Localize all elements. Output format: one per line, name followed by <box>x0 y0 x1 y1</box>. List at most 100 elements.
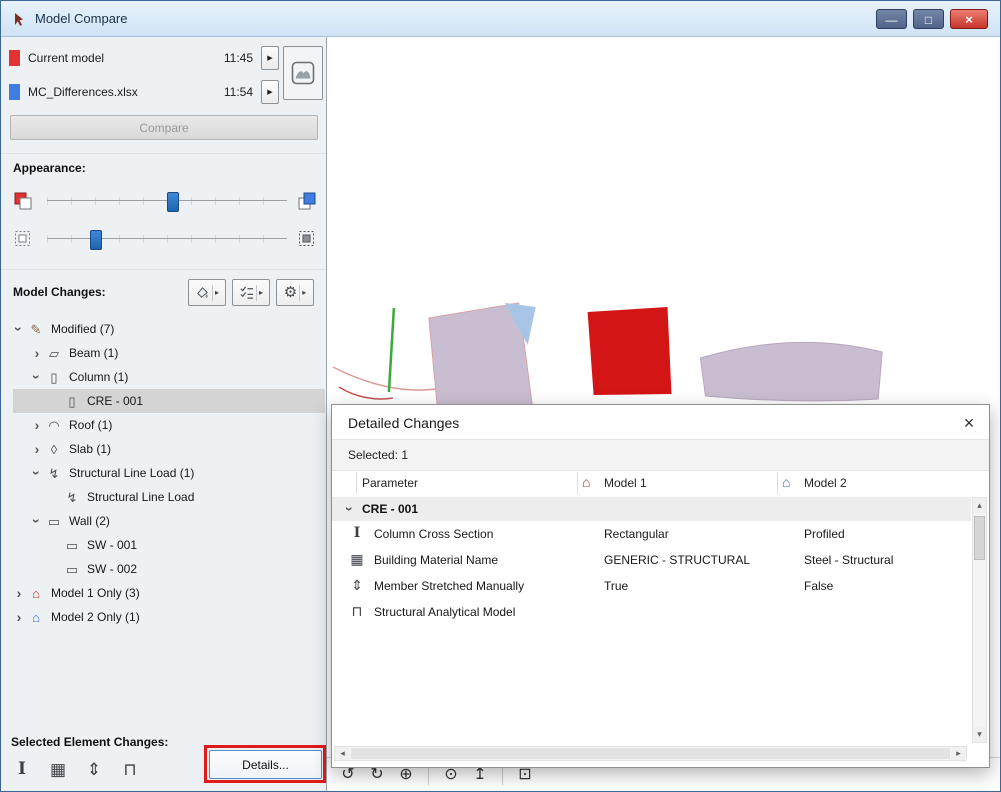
selected-element-changes-label: Selected Element Changes: <box>11 735 169 749</box>
scroll-left-icon[interactable]: ◂ <box>335 747 350 760</box>
tree-item-structural-line-load-1[interactable]: › ↯ Structural Line Load (1) <box>1 461 325 485</box>
scrollbar-thumb[interactable] <box>974 516 985 560</box>
tree-item-modified-7[interactable]: › ✎ Modified (7) <box>1 317 325 341</box>
tree-item-model-1-only-3[interactable]: › ⌂ Model 1 Only (3) <box>1 581 325 605</box>
context-fade-slider-thumb[interactable] <box>90 230 102 250</box>
highlight-style-options-button[interactable]: ▸ <box>188 279 226 306</box>
tree-item-label: Wall (2) <box>69 514 110 528</box>
column-cross-section-icon: I <box>353 525 361 541</box>
wall-icon: ▭ <box>65 537 79 553</box>
group-row-cre-001[interactable]: › CRE - 001 <box>332 497 971 521</box>
triangle-right-icon: ▶ <box>267 88 273 96</box>
chevron-expanded-icon[interactable]: › <box>29 513 45 529</box>
model-compare-palette: Current model 11:45 ▶ MC_Differences.xls… <box>1 37 327 791</box>
tree-item-model-2-only-1[interactable]: › ⌂ Model 2 Only (1) <box>1 605 325 629</box>
shape-lavender-wall <box>699 341 883 402</box>
tree-item-roof-1[interactable]: › ◠ Roof (1) <box>1 413 325 437</box>
highlight-intensity-slider-row <box>1 187 326 215</box>
column-header-model1: Model 1 <box>604 476 647 490</box>
tree-item-cre-001[interactable]: ▯ CRE - 001 <box>1 389 325 413</box>
scroll-up-icon[interactable]: ▴ <box>973 498 986 513</box>
vertical-scrollbar[interactable]: ▴ ▾ <box>972 497 987 743</box>
dialog-title: Detailed Changes <box>348 415 460 431</box>
tree-item-label: Structural Line Load <box>87 490 195 504</box>
detail-row-column-cross-section[interactable]: I Column Cross Section Rectangular Profiled <box>332 521 971 547</box>
zoom-in-icon: ⊕ <box>399 765 413 783</box>
minimize-button[interactable]: — <box>876 8 907 29</box>
detail-row-member-stretched-manually[interactable]: ⇕ Member Stretched Manually True False <box>332 573 971 599</box>
context-fade-slider-row <box>1 225 326 253</box>
compare-button[interactable]: Compare <box>10 115 318 140</box>
tree-item-label: CRE - 001 <box>87 394 144 408</box>
column-header-parameter: Parameter <box>362 476 419 490</box>
details-button[interactable]: Details... <box>209 750 322 779</box>
scroll-down-icon[interactable]: ▾ <box>973 727 986 742</box>
model2-name: MC_Differences.xlsx <box>28 85 138 99</box>
scroll-right-icon[interactable]: ▸ <box>951 747 966 760</box>
model-compare-window: Model Compare — □ × Current model 11:45 … <box>0 0 1001 792</box>
detail-row-building-material-name[interactable]: ▦ Building Material Name GENERIC - STRUCTU… <box>332 547 971 573</box>
button-divider <box>255 284 257 301</box>
maximize-button[interactable]: □ <box>913 8 944 29</box>
structural-analytical-icon: ⊓ <box>123 759 137 779</box>
scrollbar-thumb[interactable] <box>351 748 950 759</box>
chevron-collapsed-icon[interactable]: › <box>11 610 27 624</box>
column-separator <box>356 472 357 494</box>
tree-item-sw-002[interactable]: ▭ SW - 002 <box>1 557 325 581</box>
redo-view-icon: ↻ <box>370 765 384 783</box>
chevron-collapsed-icon[interactable]: › <box>29 418 45 432</box>
highlight-intensity-slider-thumb[interactable] <box>166 192 179 212</box>
cell-param: Building Material Name <box>374 553 499 567</box>
tree-item-slab-1[interactable]: › ◊ Slab (1) <box>1 437 325 461</box>
view-mode-button[interactable] <box>283 46 323 100</box>
model2-source-menu-button[interactable]: ▶ <box>261 80 279 104</box>
model1-name: Current model <box>28 51 105 65</box>
close-button[interactable]: × <box>950 8 988 29</box>
cell-m1: Rectangular <box>604 527 669 541</box>
criteria-list-options-button[interactable]: ▸ <box>232 279 270 306</box>
undo-view-icon: ↺ <box>341 765 355 783</box>
tree-item-beam-1[interactable]: › ▱ Beam (1) <box>1 341 325 365</box>
dashed-box-light-icon <box>15 231 30 246</box>
slider-ticks <box>47 235 287 243</box>
section-divider <box>1 269 326 270</box>
group-label: CRE - 001 <box>362 502 419 516</box>
line-load-icon: ↯ <box>48 465 60 481</box>
cell-m2: Profiled <box>804 527 845 541</box>
triangle-right-icon: ▶ <box>267 54 273 62</box>
tree-item-label: Model 1 Only (3) <box>51 586 140 600</box>
chevron-expanded-icon[interactable]: › <box>342 501 358 517</box>
tree-item-wall-2[interactable]: › ▭ Wall (2) <box>1 509 325 533</box>
dialog-close-button[interactable]: × <box>957 411 981 435</box>
member-stretched-icon: ⇕ <box>351 577 363 593</box>
highlight-intensity-slider[interactable] <box>47 192 287 212</box>
chevron-expanded-icon[interactable]: › <box>29 369 45 385</box>
column-icon: ▯ <box>68 393 76 409</box>
shape-green-axis <box>387 307 396 393</box>
cell-m2: False <box>804 579 834 593</box>
caret-right-icon: ▸ <box>258 287 263 297</box>
chevron-collapsed-icon[interactable]: › <box>29 442 45 456</box>
button-divider <box>299 284 301 301</box>
column-cross-section-icon: I <box>18 758 26 779</box>
caret-right-icon: ▸ <box>214 287 219 297</box>
context-fade-slider[interactable] <box>47 230 287 250</box>
settings-options-button[interactable]: ⚙ ▸ <box>276 279 314 306</box>
line-load-icon: ↯ <box>66 489 78 505</box>
tree-item-label: Modified (7) <box>51 322 115 336</box>
model1-source-menu-button[interactable]: ▶ <box>261 46 279 70</box>
chevron-expanded-icon[interactable]: › <box>29 465 45 481</box>
column-icon: ▯ <box>50 369 58 385</box>
detail-row-structural-analytical-model[interactable]: ⊓ Structural Analytical Model <box>332 599 971 625</box>
cell-param: Column Cross Section <box>374 527 494 541</box>
chevron-collapsed-icon[interactable]: › <box>29 346 45 360</box>
shape-red-arc <box>338 386 394 400</box>
tree-item-label: Structural Line Load (1) <box>69 466 195 480</box>
horizontal-scrollbar[interactable]: ◂ ▸ <box>334 746 967 761</box>
chevron-expanded-icon[interactable]: › <box>11 321 27 337</box>
model2-time: 11:54 <box>223 85 253 99</box>
tree-item-column-1[interactable]: › ▯ Column (1) <box>1 365 325 389</box>
tree-item-sw-001[interactable]: ▭ SW - 001 <box>1 533 325 557</box>
tree-item-structural-line-load[interactable]: ↯ Structural Line Load <box>1 485 325 509</box>
chevron-collapsed-icon[interactable]: › <box>11 586 27 600</box>
